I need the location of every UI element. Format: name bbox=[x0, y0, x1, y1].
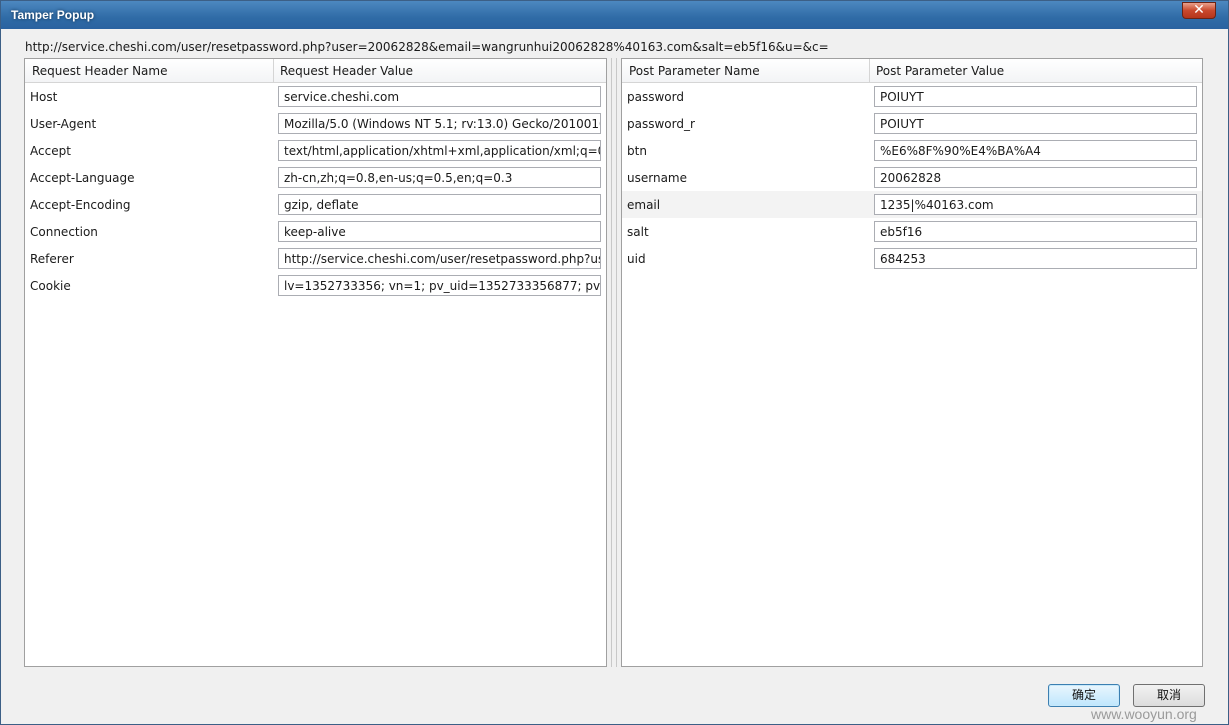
header-row-connection: Connection keep-alive bbox=[25, 218, 606, 245]
ok-button[interactable]: 确定 bbox=[1048, 684, 1120, 707]
dialog-body: http://service.cheshi.com/user/resetpass… bbox=[9, 29, 1223, 719]
param-value-field[interactable]: 684253 bbox=[874, 248, 1197, 269]
header-name: Accept-Language bbox=[30, 171, 135, 185]
header-row-referer: Referer http://service.cheshi.com/user/r… bbox=[25, 245, 606, 272]
cancel-button[interactable]: 取消 bbox=[1133, 684, 1205, 707]
param-name: email bbox=[627, 198, 661, 212]
param-name: username bbox=[627, 171, 687, 185]
header-name: User-Agent bbox=[30, 117, 97, 131]
post-parameters-table: Post Parameter Name Post Parameter Value… bbox=[621, 58, 1203, 667]
column-divider[interactable] bbox=[869, 59, 870, 82]
request-headers-table: Request Header Name Request Header Value… bbox=[24, 58, 607, 667]
header-row-accept-language: Accept-Language zh-cn,zh;q=0.8,en-us;q=0… bbox=[25, 164, 606, 191]
close-icon: ✕ bbox=[1193, 2, 1205, 18]
param-row-username: username 20062828 bbox=[622, 164, 1202, 191]
header-row-accept: Accept text/html,application/xhtml+xml,a… bbox=[25, 137, 606, 164]
header-name: Accept-Encoding bbox=[30, 198, 131, 212]
header-name: Cookie bbox=[30, 279, 71, 293]
param-name: uid bbox=[627, 252, 646, 266]
param-name: salt bbox=[627, 225, 649, 239]
header-row-accept-encoding: Accept-Encoding gzip, deflate bbox=[25, 191, 606, 218]
param-value-field[interactable]: 20062828 bbox=[874, 167, 1197, 188]
header-row-user-agent: User-Agent Mozilla/5.0 (Windows NT 5.1; … bbox=[25, 110, 606, 137]
param-name: password bbox=[627, 90, 684, 104]
tamper-popup-window: Tamper Popup ✕ http://service.cheshi.com… bbox=[0, 0, 1229, 725]
param-value-column[interactable]: Post Parameter Value bbox=[876, 64, 1004, 78]
close-button[interactable]: ✕ bbox=[1182, 2, 1216, 19]
header-name: Referer bbox=[30, 252, 74, 266]
param-row-password-r: password_r POIUYT bbox=[622, 110, 1202, 137]
param-value-field[interactable]: %E6%8F%90%E4%BA%A4 bbox=[874, 140, 1197, 161]
column-divider[interactable] bbox=[273, 59, 274, 82]
header-value-field[interactable]: zh-cn,zh;q=0.8,en-us;q=0.5,en;q=0.3 bbox=[278, 167, 601, 188]
param-name: password_r bbox=[627, 117, 695, 131]
request-headers-header: Request Header Name Request Header Value bbox=[25, 59, 606, 83]
header-value-field[interactable]: Mozilla/5.0 (Windows NT 5.1; rv:13.0) Ge… bbox=[278, 113, 601, 134]
header-name: Accept bbox=[30, 144, 71, 158]
param-name: btn bbox=[627, 144, 647, 158]
param-row-salt: salt eb5f16 bbox=[622, 218, 1202, 245]
param-value-field[interactable]: POIUYT bbox=[874, 113, 1197, 134]
param-name-column[interactable]: Post Parameter Name bbox=[629, 64, 760, 78]
header-value-field[interactable]: service.cheshi.com bbox=[278, 86, 601, 107]
param-row-password: password POIUYT bbox=[622, 83, 1202, 110]
header-value-column[interactable]: Request Header Value bbox=[280, 64, 413, 78]
header-name: Connection bbox=[30, 225, 98, 239]
header-row-cookie: Cookie lv=1352733356; vn=1; pv_uid=13527… bbox=[25, 272, 606, 299]
header-value-field[interactable]: keep-alive bbox=[278, 221, 601, 242]
param-value-field[interactable]: eb5f16 bbox=[874, 221, 1197, 242]
watermark: www.wooyun.org bbox=[1091, 706, 1197, 722]
header-value-field[interactable]: gzip, deflate bbox=[278, 194, 601, 215]
param-row-email: email 1235|%40163.com bbox=[622, 191, 1202, 218]
post-parameters-header: Post Parameter Name Post Parameter Value bbox=[622, 59, 1202, 83]
header-value-field[interactable]: text/html,application/xhtml+xml,applicat… bbox=[278, 140, 601, 161]
header-row-host: Host service.cheshi.com bbox=[25, 83, 606, 110]
request-url: http://service.cheshi.com/user/resetpass… bbox=[25, 40, 829, 54]
header-value-field[interactable]: http://service.cheshi.com/user/resetpass… bbox=[278, 248, 601, 269]
param-row-btn: btn %E6%8F%90%E4%BA%A4 bbox=[622, 137, 1202, 164]
window-title: Tamper Popup bbox=[11, 8, 95, 22]
title-bar[interactable]: Tamper Popup ✕ bbox=[1, 1, 1228, 29]
panel-splitter[interactable] bbox=[611, 58, 617, 667]
param-value-field[interactable]: 1235|%40163.com bbox=[874, 194, 1197, 215]
header-value-field[interactable]: lv=1352733356; vn=1; pv_uid=135273335687… bbox=[278, 275, 601, 296]
param-value-field[interactable]: POIUYT bbox=[874, 86, 1197, 107]
header-name: Host bbox=[30, 90, 58, 104]
header-name-column[interactable]: Request Header Name bbox=[32, 64, 167, 78]
param-row-uid: uid 684253 bbox=[622, 245, 1202, 272]
